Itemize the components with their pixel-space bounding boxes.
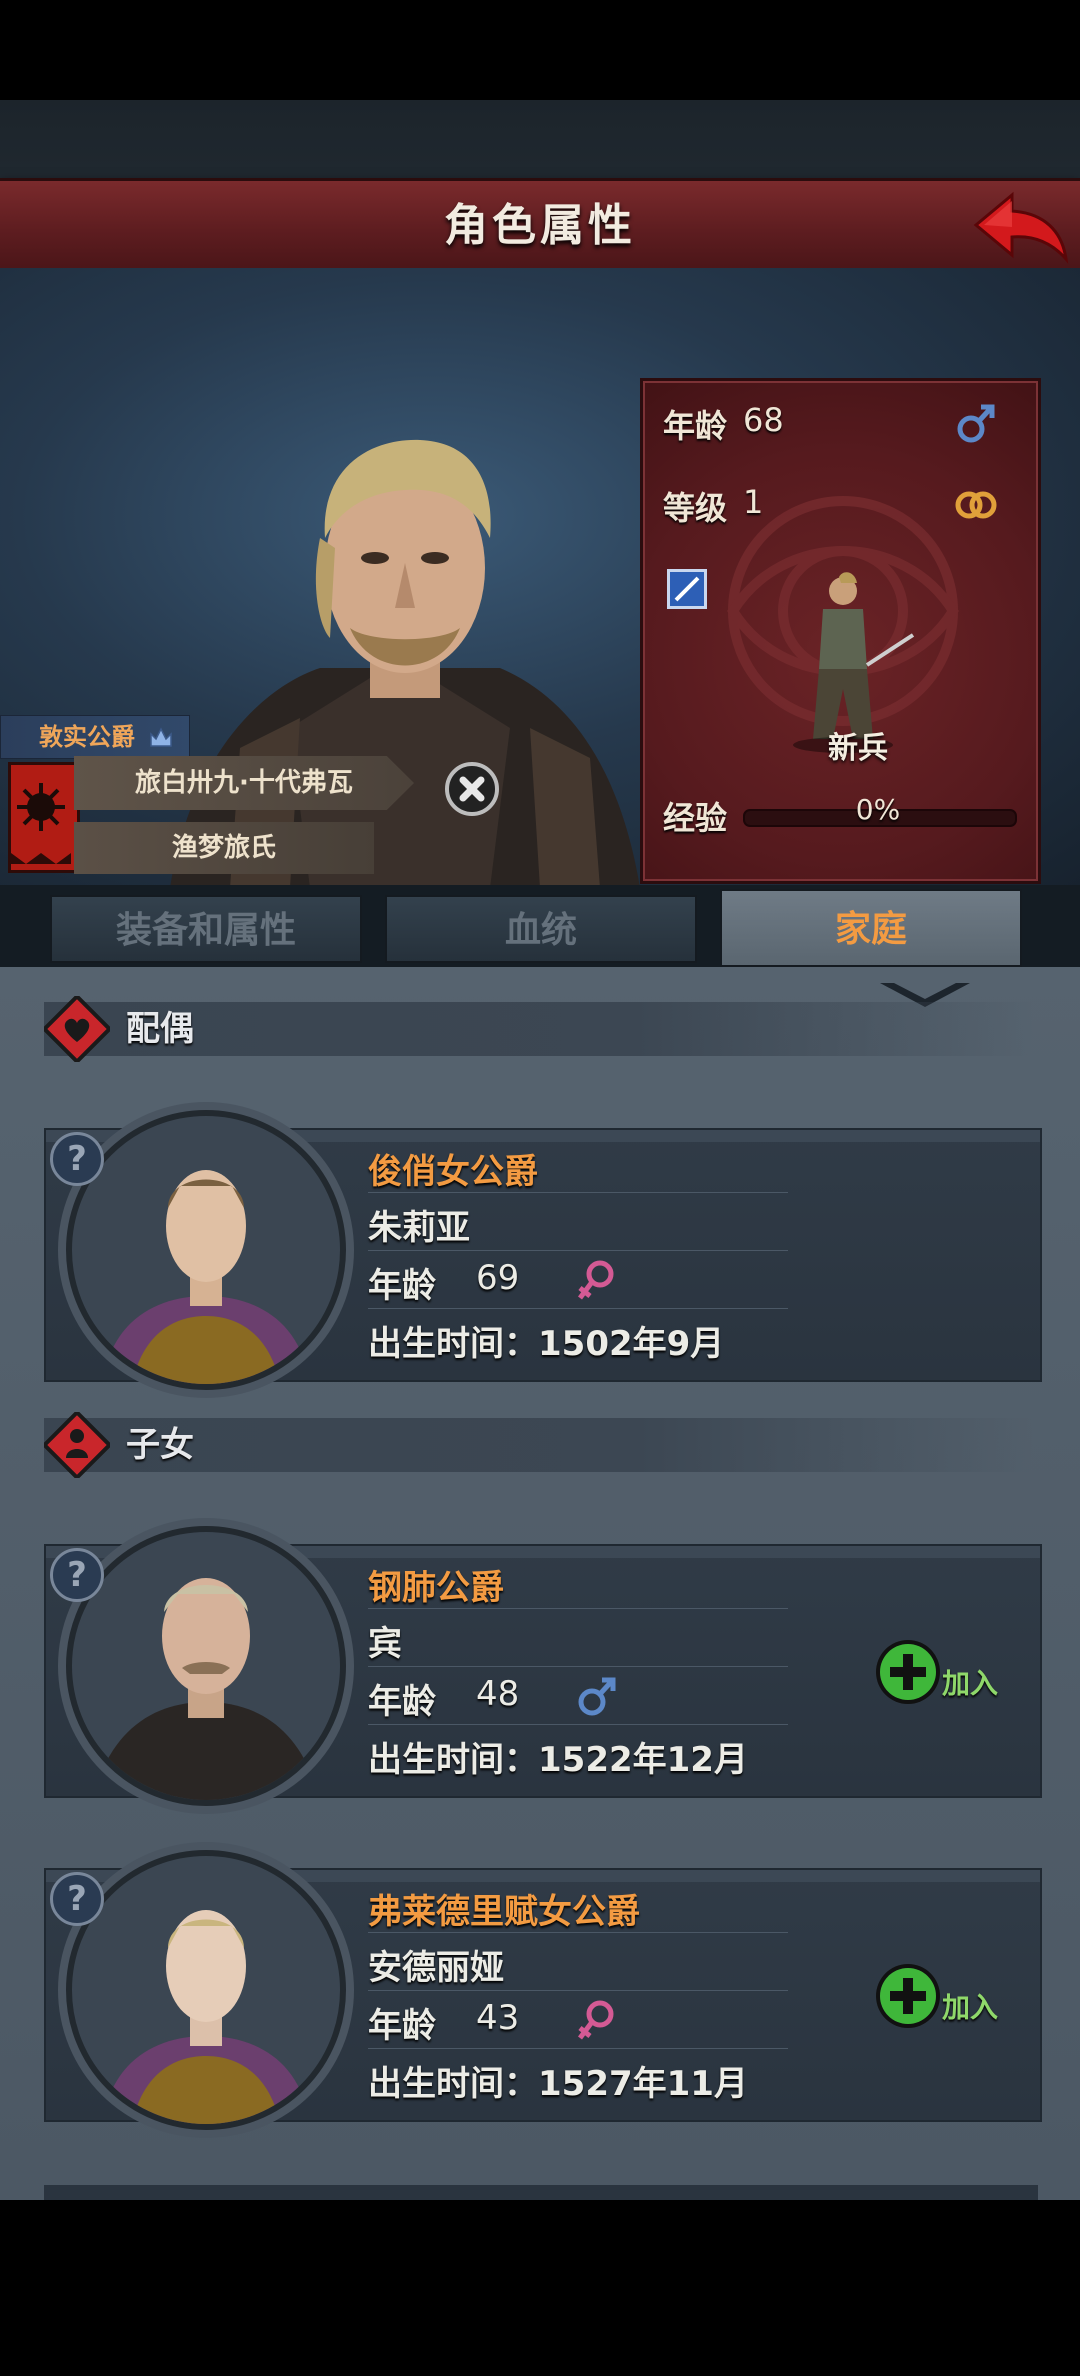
divider: [368, 1308, 788, 1309]
page-title: 角色属性: [444, 200, 636, 251]
card-name: 宾: [368, 1624, 402, 1664]
join-label: 加入: [942, 1991, 999, 2024]
card-age-value: 48: [476, 1674, 520, 1714]
join-button[interactable]: 加入: [876, 1964, 1006, 2034]
join-label: 加入: [942, 1667, 999, 1700]
heart-icon: [44, 996, 110, 1062]
level-value: 1: [743, 483, 764, 521]
age-value: 68: [743, 401, 784, 439]
card-birth: 出生时间：1522年12月: [368, 1740, 748, 1780]
card-age-label: 年龄: [368, 1682, 436, 1722]
tab-bar: 装备和属性 血统 家庭: [0, 885, 1080, 967]
character-avatar: [66, 1850, 346, 2130]
hero-portrait: [170, 439, 640, 888]
card-title: 弗莱德里赋女公爵: [368, 1892, 640, 1932]
male-icon: [957, 404, 995, 443]
card-title: 俊俏女公爵: [368, 1152, 538, 1192]
tab-family[interactable]: 家庭: [720, 889, 1022, 967]
family-card-spouse[interactable]: ? 俊俏女公爵 朱莉亚 年龄 69 出生时间：1502年9月: [44, 1110, 1042, 1390]
card-age-value: 69: [476, 1258, 520, 1298]
title-tag: 敦实公爵: [0, 715, 190, 759]
card-title: 钢肺公爵: [368, 1568, 504, 1608]
card-name: 安德丽娅: [368, 1948, 504, 1988]
header-bar: 角色属性: [0, 178, 1080, 275]
section-children: 子女: [44, 1412, 1034, 1478]
section-title-children: 子女: [126, 1425, 194, 1465]
child-icon: [44, 1412, 110, 1478]
card-age-label: 年龄: [368, 2006, 436, 2046]
divider: [368, 1192, 788, 1193]
character-name-plate: 旅白卅九·十代弗瓦: [74, 756, 414, 810]
divider: [368, 1666, 788, 1667]
divider: [368, 1608, 788, 1609]
unit-name: 新兵: [828, 731, 888, 766]
question-icon[interactable]: ?: [50, 1548, 104, 1602]
family-card-partial: [44, 2185, 1038, 2200]
rings-icon: [955, 491, 997, 519]
divider: [368, 1990, 788, 1991]
crown-icon: [150, 727, 172, 747]
level-label: 等级: [663, 489, 728, 527]
character-full-name: 旅白卅九·十代弗瓦: [135, 768, 353, 798]
section-title-spouse: 配偶: [126, 1009, 194, 1049]
question-icon[interactable]: ?: [50, 1132, 104, 1186]
character-avatar: [66, 1526, 346, 1806]
card-age-label: 年龄: [368, 1266, 436, 1306]
section-spouse: 配偶: [44, 996, 1034, 1062]
tab-bloodline[interactable]: 血统: [385, 895, 697, 963]
tab-equipment[interactable]: 装备和属性: [50, 895, 362, 963]
clan-name-plate: 渔梦旅氏: [74, 822, 374, 874]
clan-name: 渔梦旅氏: [171, 833, 276, 863]
plus-icon: [876, 1640, 940, 1704]
card-birth: 出生时间：1527年11月: [368, 2064, 748, 2104]
family-card-child-2[interactable]: ? 弗莱德里赋女公爵 安德丽娅 年龄 43 出生时间：1527年11月 加入: [44, 1850, 1042, 2130]
divider: [368, 1932, 788, 1933]
stats-card: 年龄 68 等级 1 新兵 经验 0%: [640, 378, 1041, 884]
divider: [368, 1724, 788, 1725]
sword-skill-icon[interactable]: [667, 569, 707, 609]
question-icon[interactable]: ?: [50, 1872, 104, 1926]
close-icon[interactable]: [445, 762, 499, 816]
divider: [368, 1250, 788, 1251]
family-card-child-1[interactable]: ? 钢肺公爵 宾 年龄 48 出生时间：1522年12月 加入: [44, 1526, 1042, 1806]
age-label: 年龄: [663, 407, 728, 445]
divider: [368, 2048, 788, 2049]
character-title: 敦实公爵: [39, 723, 135, 751]
back-arrow-icon[interactable]: [972, 187, 1072, 267]
exp-label: 经验: [663, 799, 728, 837]
card-birth: 出生时间：1502年9月: [368, 1324, 725, 1364]
male-icon: [578, 1677, 616, 1716]
card-age-value: 43: [476, 1998, 520, 2038]
house-banner-icon[interactable]: [8, 762, 80, 873]
join-button[interactable]: 加入: [876, 1640, 1006, 1710]
female-icon: [578, 1260, 614, 1300]
character-avatar: [66, 1110, 346, 1390]
card-name: 朱莉亚: [368, 1208, 470, 1248]
exp-value: 0%: [855, 793, 901, 826]
female-icon: [578, 2000, 614, 2040]
bottom-bar: [0, 2200, 1080, 2376]
plus-icon: [876, 1964, 940, 2028]
